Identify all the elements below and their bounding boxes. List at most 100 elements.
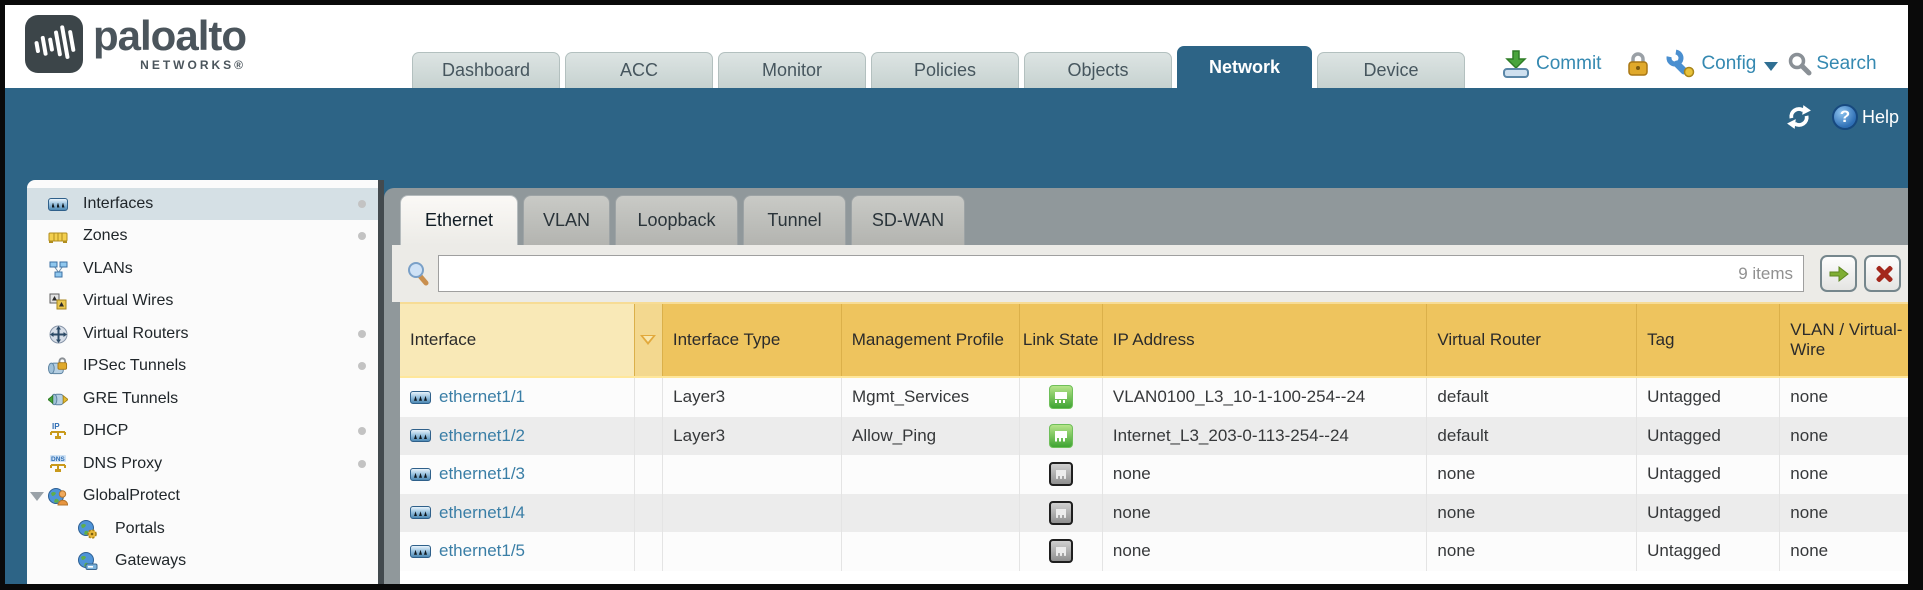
- sidebar-item-globalprotect[interactable]: GlobalProtect: [27, 480, 378, 512]
- cell-vlan-wire: none: [1780, 532, 1908, 571]
- tab-monitor[interactable]: Monitor: [718, 52, 866, 88]
- cell-management-profile: [842, 532, 1020, 571]
- sidebar-item-gre-tunnels[interactable]: GRE Tunnels: [27, 383, 378, 415]
- sidebar-item-virtual-wires[interactable]: Virtual Wires: [27, 285, 378, 317]
- subtab-tunnel[interactable]: Tunnel: [743, 195, 846, 245]
- ethernet-port-icon: [410, 468, 431, 481]
- link-state-down-icon: [1049, 501, 1073, 525]
- tab-policies[interactable]: Policies: [871, 52, 1019, 88]
- column-header-interface[interactable]: Interface: [400, 304, 635, 376]
- column-header-interface-type[interactable]: Interface Type: [663, 304, 842, 376]
- screenshot-border: [0, 0, 1923, 5]
- cell-tag: Untagged: [1637, 417, 1780, 456]
- interface-link[interactable]: ethernet1/5: [439, 541, 525, 561]
- sidebar-item-label: Portals: [115, 520, 165, 538]
- item-options-dot[interactable]: [358, 200, 366, 208]
- filter-input[interactable]: 9 items: [438, 255, 1804, 292]
- cell-virtual-router: none: [1427, 455, 1637, 494]
- subtab-sdwan[interactable]: SD-WAN: [851, 195, 965, 245]
- svg-text:IP: IP: [52, 422, 60, 431]
- column-header-ip-address[interactable]: IP Address: [1103, 304, 1428, 376]
- column-header-tag[interactable]: Tag: [1637, 304, 1780, 376]
- item-options-dot[interactable]: [358, 460, 366, 468]
- ethernet-port-icon: [410, 391, 431, 404]
- cell-management-profile: Mgmt_Services: [842, 378, 1020, 417]
- cell-tag: Untagged: [1637, 494, 1780, 533]
- interface-link[interactable]: ethernet1/3: [439, 464, 525, 484]
- cell-tag: Untagged: [1637, 378, 1780, 417]
- search-button[interactable]: Search: [1816, 53, 1876, 75]
- cell-vlan-wire: none: [1780, 494, 1908, 533]
- tab-objects[interactable]: Objects: [1024, 52, 1172, 88]
- commit-icon[interactable]: [1500, 49, 1532, 79]
- table-row: ethernet1/2 Layer3 Allow_Ping Internet_L…: [400, 417, 1908, 456]
- item-options-dot[interactable]: [358, 362, 366, 370]
- main-panel: Ethernet VLAN Loopback Tunnel SD-WAN 9 i…: [384, 188, 1908, 584]
- subtab-vlan[interactable]: VLAN: [523, 195, 610, 245]
- sidebar-item-zones[interactable]: Zones: [27, 220, 378, 252]
- sidebar-item-label: Interfaces: [83, 195, 153, 213]
- commit-button[interactable]: Commit: [1536, 53, 1601, 75]
- cell-ip-address: VLAN0100_L3_10-1-100-254--24: [1103, 378, 1428, 417]
- ethernet-port-icon: [410, 506, 431, 519]
- lock-icon[interactable]: [1625, 50, 1651, 78]
- interface-link[interactable]: ethernet1/4: [439, 503, 525, 523]
- sidebar-item-gateways[interactable]: Gateways: [27, 545, 378, 577]
- filter-search-icon: [406, 261, 430, 292]
- expander-triangle-icon[interactable]: [30, 492, 44, 501]
- config-icon[interactable]: [1665, 49, 1697, 79]
- cell-vlan-wire: none: [1780, 417, 1908, 456]
- filter-bar: 9 items: [392, 245, 1908, 302]
- item-options-dot[interactable]: [358, 330, 366, 338]
- apply-filter-button[interactable]: [1820, 255, 1857, 292]
- cell-tag: Untagged: [1637, 532, 1780, 571]
- sidebar-item-ipsec-tunnels[interactable]: IPSec Tunnels: [27, 350, 378, 382]
- sidebar-item-vlans[interactable]: VLANs: [27, 253, 378, 285]
- cell-interface-type: [663, 532, 842, 571]
- tab-network[interactable]: Network: [1177, 46, 1312, 88]
- main-nav-tabs: Dashboard ACC Monitor Policies Objects N…: [412, 46, 1465, 88]
- interface-subtabs: Ethernet VLAN Loopback Tunnel SD-WAN: [400, 195, 965, 245]
- cell-virtual-router: default: [1427, 378, 1637, 417]
- sidebar-item-label: VLANs: [83, 260, 133, 278]
- table-row: ethernet1/5 none none Untagged none: [400, 532, 1908, 571]
- sidebar-item-virtual-routers[interactable]: Virtual Routers: [27, 318, 378, 350]
- search-icon[interactable]: [1788, 52, 1812, 76]
- tab-device[interactable]: Device: [1317, 52, 1465, 88]
- sidebar-item-portals[interactable]: Portals: [27, 513, 378, 545]
- pan-os-web-ui: paloalto NETWORKS® Dashboard ACC Monitor…: [0, 0, 1923, 590]
- interface-link[interactable]: ethernet1/2: [439, 426, 525, 446]
- interface-link[interactable]: ethernet1/1: [439, 387, 525, 407]
- table-header-row: Interface Interface Type Management Prof…: [400, 302, 1908, 378]
- help-icon[interactable]: ?: [1832, 104, 1858, 130]
- sidebar-item-label: DNS Proxy: [83, 455, 162, 473]
- subtab-loopback[interactable]: Loopback: [615, 195, 738, 245]
- cell-vlan-wire: none: [1780, 455, 1908, 494]
- column-sort-dropdown[interactable]: [635, 304, 663, 376]
- cell-interface-type: Layer3: [663, 378, 842, 417]
- column-header-link-state[interactable]: Link State: [1020, 304, 1103, 376]
- column-header-vlan-wire[interactable]: VLAN / Virtual-Wire: [1780, 304, 1908, 376]
- cell-interface-type: Layer3: [663, 417, 842, 456]
- clear-filter-button[interactable]: [1864, 255, 1901, 292]
- zones-icon: [48, 229, 68, 244]
- sidebar-item-dhcp[interactable]: IP DHCP: [27, 415, 378, 447]
- help-link[interactable]: Help: [1862, 107, 1899, 128]
- sidebar-item-interfaces[interactable]: Interfaces: [27, 188, 378, 220]
- item-options-dot[interactable]: [358, 427, 366, 435]
- refresh-icon[interactable]: [1784, 104, 1814, 130]
- sidebar-item-dns-proxy[interactable]: DNS DNS Proxy: [27, 448, 378, 480]
- interfaces-icon: [48, 198, 68, 211]
- subtab-ethernet[interactable]: Ethernet: [400, 195, 518, 245]
- item-options-dot[interactable]: [358, 232, 366, 240]
- column-header-virtual-router[interactable]: Virtual Router: [1427, 304, 1637, 376]
- tab-acc[interactable]: ACC: [565, 52, 713, 88]
- column-header-management-profile[interactable]: Management Profile: [842, 304, 1020, 376]
- config-button[interactable]: Config: [1701, 53, 1756, 75]
- sidebar-item-label: Virtual Routers: [83, 325, 189, 343]
- config-dropdown-caret[interactable]: [1764, 62, 1778, 71]
- cell-management-profile: Allow_Ping: [842, 417, 1020, 456]
- tab-dashboard[interactable]: Dashboard: [412, 52, 560, 88]
- cell-vlan-wire: none: [1780, 378, 1908, 417]
- sidebar-item-label: GRE Tunnels: [83, 390, 178, 408]
